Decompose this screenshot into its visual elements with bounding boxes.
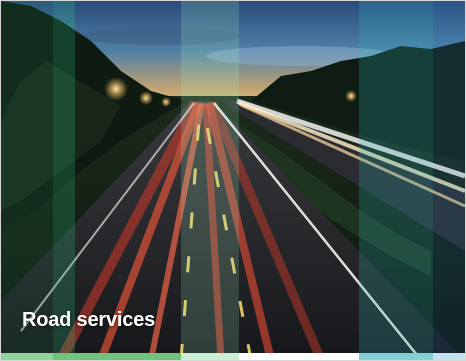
color-tint-overlay xyxy=(1,1,465,360)
strip-segment xyxy=(181,353,239,360)
strip-segment xyxy=(1,353,53,360)
strip-segment xyxy=(53,353,181,360)
tint-band xyxy=(359,1,433,360)
tint-band xyxy=(433,1,465,360)
bottom-color-strip xyxy=(1,353,465,360)
road-services-card[interactable]: Road services xyxy=(0,0,466,361)
card-title[interactable]: Road services xyxy=(22,309,155,332)
strip-segment xyxy=(359,353,433,360)
tint-band xyxy=(181,1,239,360)
strip-segment xyxy=(239,353,359,360)
tint-band xyxy=(1,1,53,360)
tint-band xyxy=(53,1,75,360)
strip-segment xyxy=(433,353,465,360)
